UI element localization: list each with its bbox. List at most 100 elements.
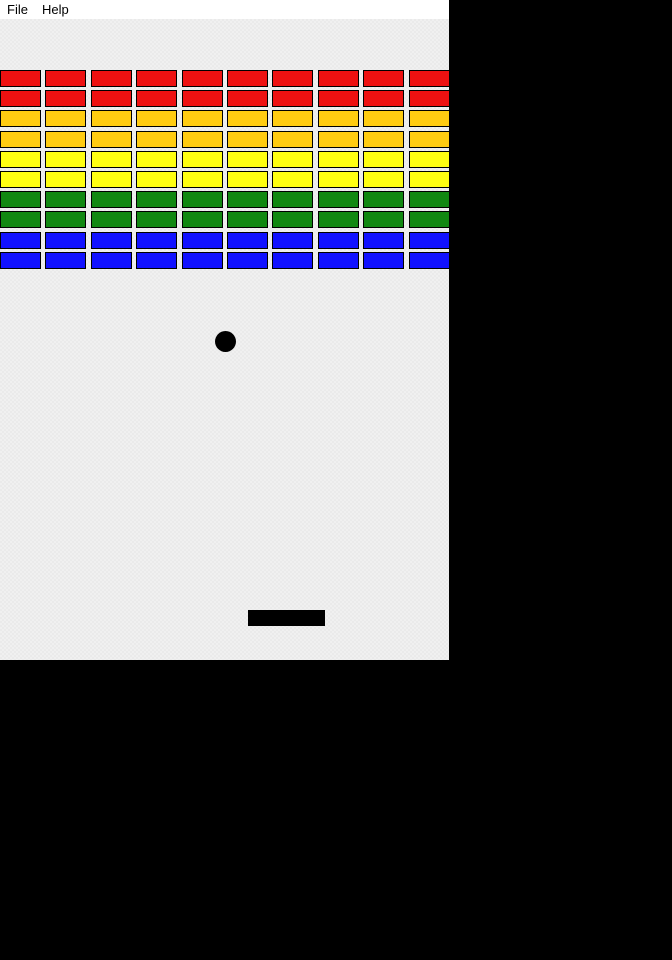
brick [182, 110, 223, 127]
brick [409, 151, 449, 168]
brick [136, 110, 177, 127]
menu-help[interactable]: Help [35, 0, 76, 19]
brick [45, 191, 86, 208]
brick [272, 70, 313, 87]
brick [227, 70, 268, 87]
brick [363, 171, 404, 188]
brick [91, 110, 132, 127]
brick [318, 232, 359, 249]
brick [91, 131, 132, 148]
brick [363, 70, 404, 87]
brick [363, 191, 404, 208]
brick [272, 151, 313, 168]
brick [0, 171, 41, 188]
brick [136, 252, 177, 269]
brick [182, 151, 223, 168]
brick [227, 90, 268, 107]
brick [272, 232, 313, 249]
brick [91, 191, 132, 208]
brick [91, 90, 132, 107]
brick [363, 110, 404, 127]
brick [318, 70, 359, 87]
brick [272, 252, 313, 269]
brick [318, 151, 359, 168]
brick [0, 70, 41, 87]
brick [0, 232, 41, 249]
brick [91, 211, 132, 228]
brick [409, 90, 449, 107]
brick [45, 110, 86, 127]
brick [182, 211, 223, 228]
brick [136, 70, 177, 87]
ball [215, 331, 236, 352]
brick [227, 171, 268, 188]
menu-bar: File Help [0, 0, 449, 19]
brick [363, 232, 404, 249]
brick [318, 90, 359, 107]
brick [136, 211, 177, 228]
brick [272, 171, 313, 188]
brick [136, 171, 177, 188]
game-playfield[interactable] [0, 19, 449, 660]
brick [227, 151, 268, 168]
brick [272, 131, 313, 148]
brick [0, 90, 41, 107]
brick [45, 252, 86, 269]
brick [0, 211, 41, 228]
brick [0, 110, 41, 127]
brick [45, 232, 86, 249]
brick [227, 131, 268, 148]
brick [409, 252, 449, 269]
brick [272, 191, 313, 208]
brick [0, 131, 41, 148]
brick [182, 171, 223, 188]
brick [91, 151, 132, 168]
brick [0, 191, 41, 208]
brick [363, 211, 404, 228]
brick [227, 252, 268, 269]
brick [318, 171, 359, 188]
brick [318, 131, 359, 148]
game-window: File Help [0, 0, 449, 660]
brick [272, 110, 313, 127]
brick [318, 211, 359, 228]
brick [227, 232, 268, 249]
brick [227, 110, 268, 127]
brick [272, 90, 313, 107]
brick [227, 191, 268, 208]
brick [182, 70, 223, 87]
brick [91, 232, 132, 249]
brick [409, 70, 449, 87]
brick [136, 90, 177, 107]
brick [182, 252, 223, 269]
brick [318, 252, 359, 269]
brick [45, 131, 86, 148]
brick [45, 151, 86, 168]
brick [182, 191, 223, 208]
menu-file[interactable]: File [0, 0, 35, 19]
brick [318, 191, 359, 208]
brick [136, 232, 177, 249]
brick [136, 191, 177, 208]
paddle[interactable] [248, 610, 325, 626]
brick [227, 211, 268, 228]
brick [409, 171, 449, 188]
brick [91, 70, 132, 87]
brick [45, 70, 86, 87]
brick [91, 171, 132, 188]
brick [409, 131, 449, 148]
brick [182, 90, 223, 107]
brick [136, 131, 177, 148]
brick [409, 110, 449, 127]
brick [45, 171, 86, 188]
brick [363, 151, 404, 168]
brick [363, 90, 404, 107]
brick [318, 110, 359, 127]
brick [136, 151, 177, 168]
brick [363, 252, 404, 269]
brick [0, 151, 41, 168]
brick [45, 211, 86, 228]
brick [409, 191, 449, 208]
brick [182, 232, 223, 249]
brick [0, 252, 41, 269]
